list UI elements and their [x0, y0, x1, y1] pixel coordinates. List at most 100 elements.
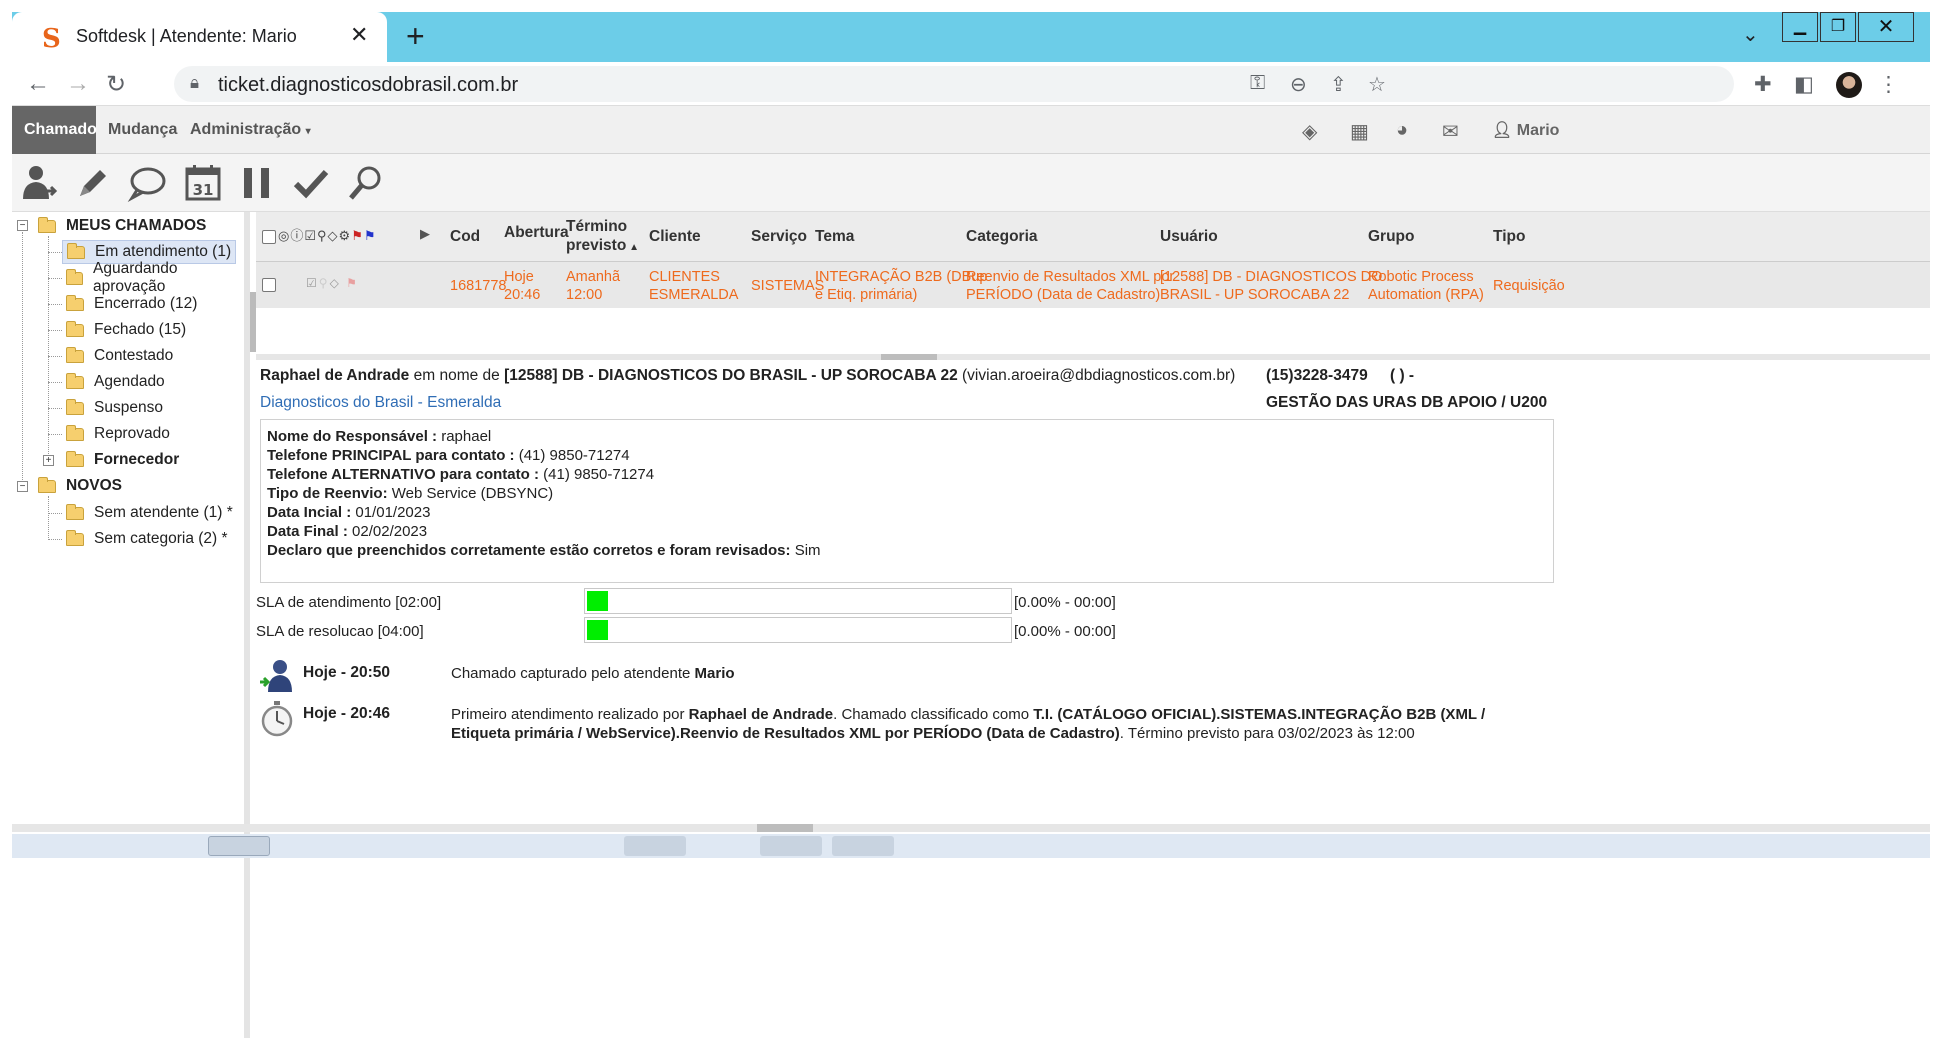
col-categoria[interactable]: Categoria	[966, 228, 1038, 246]
bookmark-star-icon[interactable]: ☆	[1368, 72, 1386, 97]
tree-item-contestado[interactable]: Contestado	[66, 344, 173, 368]
col-grupo[interactable]: Grupo	[1368, 228, 1415, 246]
extensions-puzzle-icon[interactable]: ✚	[1754, 72, 1772, 97]
collapse-novos-icon[interactable]: −	[17, 481, 28, 492]
omnibox[interactable]: 🔒︎ ticket.diagnosticosdobrasil.com.br ⚿ …	[174, 66, 1734, 102]
tree-fornecedor-label: Fornecedor	[94, 451, 180, 468]
back-icon[interactable]: ←	[26, 70, 50, 98]
table-row[interactable]: ☑⚲◇ ⚑ 1681778 Hoje 20:46 Amanhã 12:00 CL…	[256, 262, 1930, 308]
pause-button[interactable]	[234, 160, 280, 206]
taskbar-item[interactable]	[624, 836, 686, 856]
tree-meus-chamados[interactable]: MEUS CHAMADOS	[38, 214, 206, 238]
select-all-checkbox[interactable]	[262, 230, 276, 244]
main-content: ◎ⓘ☑⚲◇⚙⚑⚑ ▶ Cod Abertura Término previsto…	[256, 212, 1930, 1038]
form-value: (41) 9850-71274	[518, 447, 630, 464]
tree-fornecedor[interactable]: Fornecedor	[66, 448, 179, 472]
mail-icon[interactable]: ✉	[1442, 119, 1459, 144]
col-servico[interactable]: Serviço	[751, 228, 807, 246]
key-icon[interactable]: ⚿	[1250, 72, 1265, 95]
search-button[interactable]	[342, 160, 388, 206]
tree-item-fechado[interactable]: Fechado (15)	[66, 318, 186, 342]
restore-window-button[interactable]: ❐	[1820, 12, 1856, 42]
horizontal-scrollbar[interactable]	[12, 824, 1930, 832]
requester-line: Raphael de Andrade em nome de [12588] DB…	[260, 367, 1235, 385]
col-termino[interactable]: Término	[566, 218, 627, 236]
profile-avatar[interactable]	[1836, 72, 1862, 98]
gear-icon: ⚙	[338, 228, 352, 243]
col-cliente[interactable]: Cliente	[649, 228, 701, 246]
tab-search-chevron-icon[interactable]: ⌄	[1742, 22, 1759, 47]
form-label: Nome do Responsável :	[267, 428, 438, 445]
taskbar-item[interactable]	[760, 836, 822, 856]
calendar-icon[interactable]: ▦	[1350, 119, 1369, 144]
user-menu[interactable]: 👤︎ Mario	[1492, 120, 1559, 140]
new-tab-icon[interactable]: +	[406, 18, 425, 55]
col-abertura[interactable]: Abertura	[504, 224, 569, 242]
lock-icon[interactable]: 🔒︎	[190, 73, 199, 93]
tree-item-aguardando-aprovacao[interactable]: Aguardando aprovação	[66, 260, 244, 295]
reload-icon[interactable]: ↻	[106, 70, 126, 99]
form-line: Declaro que preenchidos corretamente est…	[267, 541, 1547, 560]
tree-item-sem-categoria[interactable]: Sem categoria (2) *	[66, 527, 228, 551]
schedule-button[interactable]: 31	[180, 160, 226, 206]
browser-tab[interactable]: S Softdesk | Atendente: Mario ✕	[12, 12, 387, 62]
captured-user-icon	[260, 660, 292, 692]
tab-mudanca[interactable]: Mudança	[108, 106, 177, 154]
form-label: Declaro que preenchidos corretamente est…	[267, 542, 791, 559]
close-tab-icon[interactable]: ✕	[350, 22, 368, 48]
form-label: Telefone ALTERNATIVO para contato :	[267, 466, 539, 483]
tree-novos[interactable]: NOVOS	[38, 474, 122, 498]
row-checkbox[interactable]	[262, 278, 276, 292]
form-line: Telefone PRINCIPAL para contato : (41) 9…	[267, 446, 1547, 465]
splitter-grip[interactable]	[881, 354, 937, 360]
col-usuario[interactable]: Usuário	[1160, 228, 1218, 246]
expand-fornecedor-icon[interactable]: +	[43, 455, 54, 466]
tree-item-reprovado[interactable]: Reprovado	[66, 422, 170, 446]
requester-phone: (15)3228-3479	[1266, 367, 1368, 384]
tree-item-sem-atendente[interactable]: Sem atendente (1) *	[66, 501, 233, 525]
side-panel-icon[interactable]: ◧	[1794, 72, 1814, 97]
flag-icon: ⚑	[346, 276, 359, 290]
resolve-button[interactable]	[288, 160, 334, 206]
folder-icon	[66, 398, 84, 415]
requester-phone-ext: ( ) -	[1390, 367, 1415, 384]
history-text-part: Chamado capturado pelo atendente	[451, 665, 691, 682]
folder-icon	[66, 503, 84, 520]
zoom-out-icon[interactable]: ⊖	[1290, 72, 1307, 97]
comment-button[interactable]	[124, 160, 170, 206]
col-termino-line2[interactable]: previsto ▲	[566, 237, 639, 255]
forward-icon[interactable]: →	[66, 70, 90, 98]
minimize-window-button[interactable]: ▁	[1782, 12, 1818, 42]
tab-administracao-label: Administração	[190, 121, 302, 138]
share-icon[interactable]: ⇪	[1330, 72, 1347, 97]
tab-chamado[interactable]: Chamado	[12, 106, 97, 154]
assign-user-button[interactable]	[16, 160, 62, 206]
edit-button[interactable]	[70, 160, 116, 206]
close-window-button[interactable]: ✕	[1858, 12, 1914, 42]
taskbar-item[interactable]	[832, 836, 894, 856]
history-text-part: Primeiro atendimento realizado por	[451, 706, 685, 723]
ticket-icon[interactable]: ◈	[1302, 119, 1317, 144]
taskbar-item[interactable]	[208, 836, 270, 856]
browser-tabbar: S Softdesk | Atendente: Mario ✕ + ⌄ ▁ ❐ …	[12, 12, 1930, 62]
tree-meus-chamados-label: MEUS CHAMADOS	[66, 217, 207, 234]
row-servico: SISTEMAS	[751, 278, 825, 294]
horizontal-scroll-thumb[interactable]	[757, 824, 813, 832]
browser-menu-icon[interactable]: ⋮	[1878, 72, 1899, 97]
col-tipo[interactable]: Tipo	[1493, 228, 1525, 246]
tree-item-encerrado[interactable]: Encerrado (12)	[66, 292, 197, 316]
tab-administracao[interactable]: Administração ▾	[190, 106, 311, 154]
grid-detail-splitter[interactable]	[256, 354, 1930, 360]
collapse-meus-chamados-icon[interactable]: −	[17, 220, 28, 231]
sort-asc-icon: ▲	[626, 242, 639, 253]
col-tema[interactable]: Tema	[815, 228, 854, 246]
client-link[interactable]: Diagnosticos do Brasil - Esmeralda	[260, 394, 501, 412]
col-cod[interactable]: Cod	[450, 228, 480, 246]
dashboard-gauge-icon[interactable]: ◕	[1396, 119, 1408, 142]
play-icon[interactable]: ▶	[420, 226, 430, 242]
url-text[interactable]: ticket.diagnosticosdobrasil.com.br	[218, 74, 518, 97]
tree-item-suspenso[interactable]: Suspenso	[66, 396, 163, 420]
assign-user-icon	[23, 166, 58, 199]
row-tema: INTEGRAÇÃO B2B (DBup	[815, 269, 988, 285]
tree-item-agendado[interactable]: Agendado	[66, 370, 165, 394]
